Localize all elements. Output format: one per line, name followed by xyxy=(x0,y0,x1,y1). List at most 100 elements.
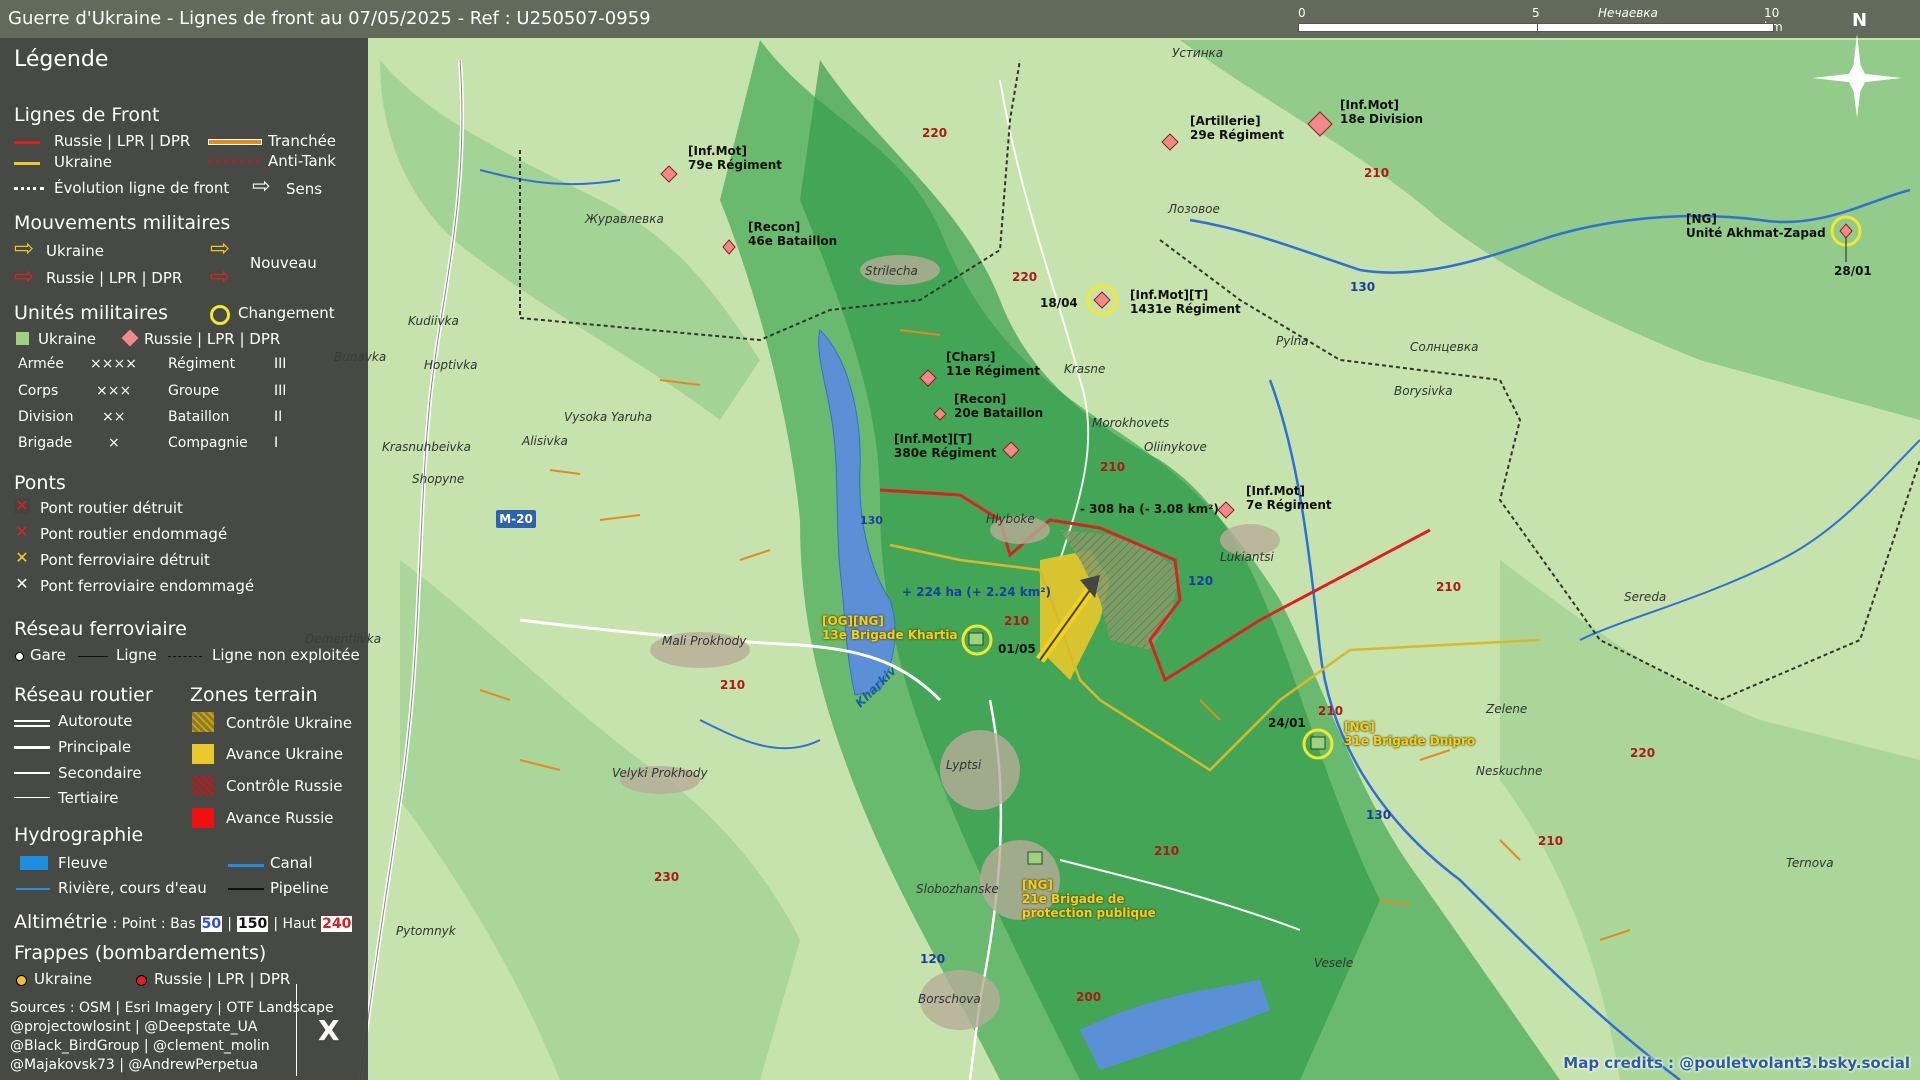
altitude-point: 210 xyxy=(1154,844,1180,858)
echelon-name: Régiment xyxy=(168,356,236,372)
altitude-point: 210 xyxy=(1364,166,1390,180)
river-swatch xyxy=(20,856,48,870)
legend-label: Anti-Tank xyxy=(268,152,336,170)
echelon-symbol: ×× xyxy=(102,409,126,425)
legend-label: Pont routier détruit xyxy=(40,499,183,517)
place-label: Slobozhanske xyxy=(916,882,999,896)
altitude-point: 230 xyxy=(654,870,680,884)
place-label: Alisivka xyxy=(522,434,568,448)
legend-label: Contrôle Ukraine xyxy=(226,714,353,732)
legend-label: Tertiaire xyxy=(58,789,119,807)
rail-bridge-damaged-icon: ✕ xyxy=(15,574,29,593)
rail-bridge-destroyed-icon: ✕ xyxy=(15,548,29,567)
sources-line: @projectowlosint | @Deepstate_UA xyxy=(10,1019,258,1035)
place-label: Borschova xyxy=(918,992,981,1006)
legend-label: Ukraine xyxy=(46,242,104,260)
place-label: Morokhovets xyxy=(1092,416,1170,430)
scale-bar-graphic xyxy=(1298,23,1774,33)
echelon-symbol: II xyxy=(274,409,283,425)
main-road-icon xyxy=(14,746,50,749)
ru-new-arrow-icon: ⇨ xyxy=(210,262,231,290)
unit-label-ru: [Chars] 11e Régiment xyxy=(946,350,1041,378)
legend-label: Autoroute xyxy=(58,712,133,730)
altitude-point: 210 xyxy=(1100,460,1126,474)
legend-section-rail: Réseau ferroviaire xyxy=(14,618,187,640)
road-bridge-destroyed-icon: ✕ xyxy=(14,496,30,515)
altitude-point: 220 xyxy=(1012,270,1038,284)
scale-bar: 0 5 Нечаевка 10 km xyxy=(1298,4,1783,34)
stream-icon xyxy=(16,888,50,890)
unit-label-ua: [NG] 31e Brigade Dnipro xyxy=(1344,720,1476,748)
echelon-name: Corps xyxy=(18,383,59,399)
unit-label-ru: [Inf.Mot] 7e Régiment xyxy=(1246,484,1332,512)
echelon-symbol: III xyxy=(274,383,287,399)
ua-control-swatch xyxy=(192,712,214,732)
place-label: Pylna xyxy=(1276,334,1309,348)
echelon-name: Brigade xyxy=(18,435,73,451)
sources-line: @Black_BirdGroup | @clement_molin xyxy=(10,1038,270,1054)
pipeline-icon xyxy=(228,888,264,890)
legend-label: Fleuve xyxy=(58,854,108,872)
legend-label: Ukraine xyxy=(38,330,96,348)
place-label: Журавлевка xyxy=(585,212,664,226)
scale-label: 0 xyxy=(1298,6,1306,20)
unit-label-ru: [Artillerie] 29e Régiment xyxy=(1190,114,1285,142)
legend-title: Légende xyxy=(14,47,109,72)
x-logo-icon[interactable]: X xyxy=(318,1014,340,1047)
legend-label: Ukraine xyxy=(54,153,112,171)
altitude-point: 120 xyxy=(920,952,946,966)
legend-label: Russie | LPR | DPR xyxy=(154,970,291,988)
legend-section-units: Unités militaires xyxy=(14,302,169,324)
legend-label: Ukraine xyxy=(34,970,92,988)
altitude-point: 210 xyxy=(720,678,746,692)
legend-section-hydro: Hydrographie xyxy=(14,824,144,846)
evolution-line-icon xyxy=(14,187,44,190)
ua-move-arrow-icon: ⇨ xyxy=(14,234,35,262)
sources-line: @Majakovsk73 | @AndrewPerpetua xyxy=(10,1057,259,1073)
altitude-point: 200 xyxy=(1076,990,1102,1004)
rail-unused-icon xyxy=(168,656,202,657)
altitude-point: 220 xyxy=(1630,746,1656,760)
scale-label: 5 xyxy=(1532,6,1540,20)
legend-section-strikes: Frappes (bombardements) xyxy=(14,942,267,964)
ru-control-swatch xyxy=(192,776,214,796)
russia-line-icon xyxy=(14,141,40,144)
unit-label-ru: [NG] Unité Akhmat-Zapad xyxy=(1686,212,1826,240)
legend-label: Ligne non exploitée xyxy=(212,646,360,664)
map-credits[interactable]: Map credits : @pouletvolant3.bsky.social xyxy=(1563,1054,1910,1072)
legend-label: Pont ferroviaire détruit xyxy=(40,551,210,569)
place-label: Устинка xyxy=(1172,46,1224,60)
place-label: Borysivka xyxy=(1394,384,1453,398)
unit-label-ru: [Inf.Mot][T] 1431e Régiment xyxy=(1130,288,1241,316)
direction-arrow-icon: ⇨ xyxy=(252,174,271,199)
altitude-point: 210 xyxy=(1436,580,1462,594)
legend-label: Avance Ukraine xyxy=(226,745,344,763)
map-title: Guerre d'Ukraine - Lignes de front au 07… xyxy=(8,8,651,29)
legend-label: Russie | LPR | DPR xyxy=(46,269,183,287)
place-label: Hoptivka xyxy=(424,358,478,372)
legend-label: Pipeline xyxy=(270,879,329,897)
svg-text:N: N xyxy=(1852,10,1867,31)
altitude-point: 130 xyxy=(1350,280,1376,294)
place-label: Oliinykove xyxy=(1144,440,1207,454)
ru-advance-swatch xyxy=(192,808,214,828)
place-label: Hlyboke xyxy=(986,512,1035,526)
unit-label-ua: [NG] 21e Brigade de protection publique xyxy=(1022,878,1156,920)
legend-section-front: Lignes de Front xyxy=(14,104,160,126)
north-arrow-icon: N xyxy=(1812,10,1902,118)
altitude-point: 220 xyxy=(922,126,948,140)
legend-label: Ligne xyxy=(116,646,157,664)
place-label: Lukiantsi xyxy=(1220,550,1274,564)
echelon-name: Armée xyxy=(18,356,64,372)
legend-altimetry: Altimétrie : Point : Bas 50 | 150 | Haut… xyxy=(14,911,353,933)
motorway-icon xyxy=(14,720,50,727)
legend-label: Canal xyxy=(270,854,313,872)
tertiary-road-icon xyxy=(14,797,50,798)
legend-label: Gare xyxy=(30,646,66,664)
divider xyxy=(296,984,297,1076)
echelon-symbol: ×××× xyxy=(90,356,137,372)
altitude-point: 130 xyxy=(860,514,883,527)
place-label: Lyptsi xyxy=(946,758,982,772)
annotation-ru-gain: - 308 ha (- 3.08 km²) xyxy=(1080,502,1219,516)
place-label: Kudiivka xyxy=(408,314,459,328)
